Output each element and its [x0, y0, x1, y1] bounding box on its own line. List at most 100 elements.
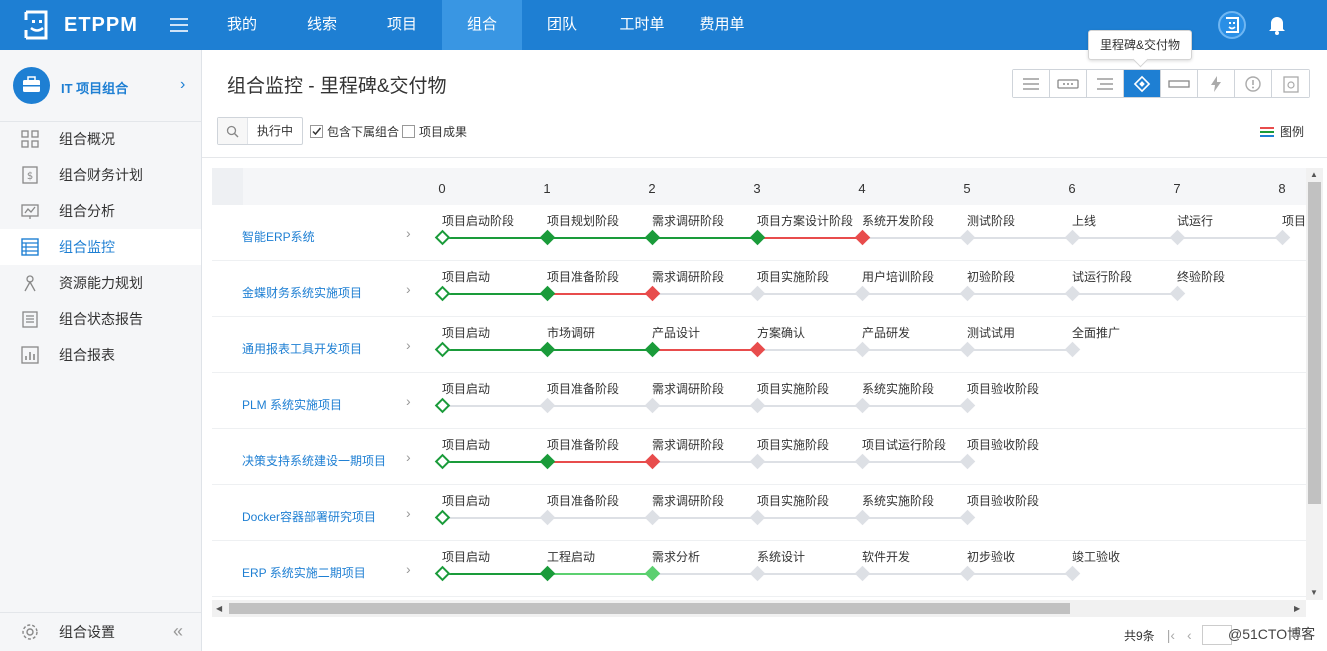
milestone-diamond-pending[interactable]: [854, 285, 871, 302]
first-page-icon[interactable]: |‹: [1167, 627, 1175, 643]
nav-item-team[interactable]: 团队: [522, 0, 602, 50]
milestone-diamond-pending[interactable]: [959, 285, 976, 302]
collapse-icon[interactable]: «: [173, 621, 183, 642]
milestone-diamond-pending[interactable]: [959, 565, 976, 582]
milestone-diamond-pending[interactable]: [1064, 565, 1081, 582]
lightning-icon[interactable]: [1198, 70, 1235, 97]
milestone-diamond-start[interactable]: [434, 397, 451, 414]
milestone-diamond-pending[interactable]: [1064, 341, 1081, 358]
alert-icon[interactable]: [1235, 70, 1272, 97]
sidebar-item-resource[interactable]: 资源能力规划: [0, 265, 201, 301]
milestone-diamond-start[interactable]: [434, 565, 451, 582]
milestone-view-icon[interactable]: [1124, 70, 1161, 97]
chevron-right-icon[interactable]: ›: [406, 449, 411, 465]
chevron-right-icon[interactable]: ›: [180, 76, 185, 94]
milestone-diamond-start[interactable]: [434, 285, 451, 302]
project-name-link[interactable]: ERP 系统实施二期项目: [242, 564, 366, 581]
logo[interactable]: ETPPM: [20, 8, 160, 42]
milestone-diamond-pending[interactable]: [644, 509, 661, 526]
project-name-link[interactable]: Docker容器部署研究项目: [242, 508, 376, 525]
milestone-diamond-done[interactable]: [644, 229, 661, 246]
vertical-scroll-thumb[interactable]: [1308, 182, 1321, 504]
prev-page-icon[interactable]: ‹: [1187, 627, 1192, 643]
milestone-diamond-pending[interactable]: [749, 285, 766, 302]
milestone-diamond-pending[interactable]: [959, 229, 976, 246]
chevron-right-icon[interactable]: ›: [406, 225, 411, 241]
sidebar-item-overview[interactable]: 组合概况: [0, 121, 201, 157]
milestone-diamond-current[interactable]: [644, 565, 661, 582]
bell-icon[interactable]: [1268, 15, 1286, 35]
portfolio-header[interactable]: IT 项目组合 ›: [0, 50, 201, 122]
milestone-diamond-done[interactable]: [749, 229, 766, 246]
card-view-icon[interactable]: [1050, 70, 1087, 97]
list-view-icon[interactable]: [1013, 70, 1050, 97]
milestone-diamond-pending[interactable]: [959, 341, 976, 358]
nav-item-portfolio[interactable]: 组合: [442, 0, 522, 50]
nav-item-expense[interactable]: 费用单: [682, 0, 762, 50]
milestone-diamond-start[interactable]: [434, 229, 451, 246]
milestone-diamond-pending[interactable]: [854, 453, 871, 470]
milestone-diamond-done[interactable]: [644, 341, 661, 358]
milestone-diamond-start[interactable]: [434, 453, 451, 470]
nav-item-timesheet[interactable]: 工时单: [602, 0, 682, 50]
chevron-right-icon[interactable]: ›: [406, 337, 411, 353]
chevron-right-icon[interactable]: ›: [406, 393, 411, 409]
sidebar-item-status-report[interactable]: 组合状态报告: [0, 301, 201, 337]
milestone-diamond-late[interactable]: [644, 453, 661, 470]
milestone-diamond-start[interactable]: [434, 509, 451, 526]
search-icon[interactable]: [218, 118, 248, 144]
project-name-link[interactable]: 智能ERP系统: [242, 228, 315, 245]
milestone-diamond-pending[interactable]: [749, 565, 766, 582]
milestone-diamond-pending[interactable]: [854, 565, 871, 582]
milestone-diamond-late[interactable]: [644, 285, 661, 302]
horizontal-scroll-thumb[interactable]: [229, 603, 1070, 614]
settings-link[interactable]: 组合设置: [59, 622, 115, 642]
milestone-diamond-pending[interactable]: [854, 509, 871, 526]
milestone-diamond-pending[interactable]: [959, 397, 976, 414]
milestone-diamond-pending[interactable]: [1064, 285, 1081, 302]
gear-icon[interactable]: [21, 623, 39, 641]
vertical-scrollbar[interactable]: ▲ ▼: [1306, 168, 1323, 600]
milestone-diamond-pending[interactable]: [1064, 229, 1081, 246]
sidebar-item-monitor[interactable]: 组合监控: [0, 229, 201, 265]
project-result-checkbox[interactable]: 项目成果: [402, 123, 467, 140]
project-name-link[interactable]: 通用报表工具开发项目: [242, 340, 362, 357]
project-name-link[interactable]: 金蝶财务系统实施项目: [242, 284, 362, 301]
milestone-diamond-done[interactable]: [539, 285, 556, 302]
status-filter[interactable]: 执行中: [217, 117, 303, 145]
milestone-diamond-done[interactable]: [539, 229, 556, 246]
chevron-right-icon[interactable]: ›: [406, 561, 411, 577]
sidebar-item-analysis[interactable]: 组合分析: [0, 193, 201, 229]
horizontal-scrollbar[interactable]: ◀ ▶: [212, 600, 1306, 617]
scroll-right-icon[interactable]: ▶: [1294, 604, 1300, 613]
milestone-diamond-pending[interactable]: [539, 397, 556, 414]
milestone-diamond-pending[interactable]: [749, 509, 766, 526]
milestone-diamond-done[interactable]: [539, 453, 556, 470]
milestone-diamond-pending[interactable]: [539, 509, 556, 526]
nav-item-mine[interactable]: 我的: [202, 0, 282, 50]
milestone-diamond-pending[interactable]: [959, 509, 976, 526]
milestone-diamond-pending[interactable]: [854, 341, 871, 358]
milestone-diamond-pending[interactable]: [1274, 229, 1291, 246]
avatar[interactable]: [1218, 11, 1246, 39]
milestone-diamond-done[interactable]: [539, 565, 556, 582]
chevron-right-icon[interactable]: ›: [406, 505, 411, 521]
checkbox-icon[interactable]: [402, 125, 415, 138]
nav-item-projects[interactable]: 项目: [362, 0, 442, 50]
include-sub-checkbox[interactable]: 包含下属组合: [310, 123, 399, 140]
nav-item-leads[interactable]: 线索: [282, 0, 362, 50]
project-name-link[interactable]: 决策支持系统建设一期项目: [242, 452, 386, 469]
project-name-link[interactable]: PLM 系统实施项目: [242, 396, 342, 413]
milestone-diamond-pending[interactable]: [959, 453, 976, 470]
milestone-diamond-pending[interactable]: [749, 397, 766, 414]
checkbox-checked-icon[interactable]: [310, 125, 323, 138]
milestone-diamond-done[interactable]: [539, 341, 556, 358]
milestone-diamond-pending[interactable]: [1169, 229, 1186, 246]
scroll-down-icon[interactable]: ▼: [1310, 588, 1318, 597]
snapshot-icon[interactable]: [1272, 70, 1309, 97]
milestone-diamond-late[interactable]: [749, 341, 766, 358]
legend-button[interactable]: 图例: [1260, 123, 1304, 140]
milestone-diamond-pending[interactable]: [749, 453, 766, 470]
scroll-up-icon[interactable]: ▲: [1310, 170, 1318, 179]
sidebar-item-reports[interactable]: 组合报表: [0, 337, 201, 373]
